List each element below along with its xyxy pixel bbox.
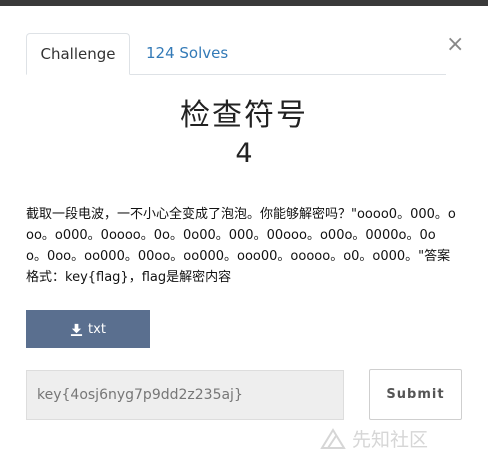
watermark: 先知社区 [320, 420, 428, 456]
submit-button[interactable]: Submit [369, 369, 462, 420]
close-icon[interactable]: × [446, 34, 464, 56]
download-label: txt [88, 321, 106, 337]
download-file-button[interactable]: txt [26, 310, 150, 348]
tab-challenge[interactable]: Challenge [26, 33, 130, 75]
challenge-description: 截取一段电波，一不小心全变成了泡泡。你能够解密吗？"oooo0。000。ooo。… [26, 207, 456, 285]
flag-input[interactable] [26, 370, 344, 420]
top-bar [0, 0, 488, 6]
challenge-title: 检查符号 [180, 98, 308, 133]
tab-solves[interactable]: 124 Solves [146, 33, 228, 73]
tab-bar: Challenge 124 Solves [26, 33, 446, 75]
download-icon [70, 323, 83, 336]
xianzhi-logo-icon [320, 426, 346, 450]
watermark-text: 先知社区 [352, 428, 429, 451]
challenge-value: 4 [235, 138, 253, 169]
